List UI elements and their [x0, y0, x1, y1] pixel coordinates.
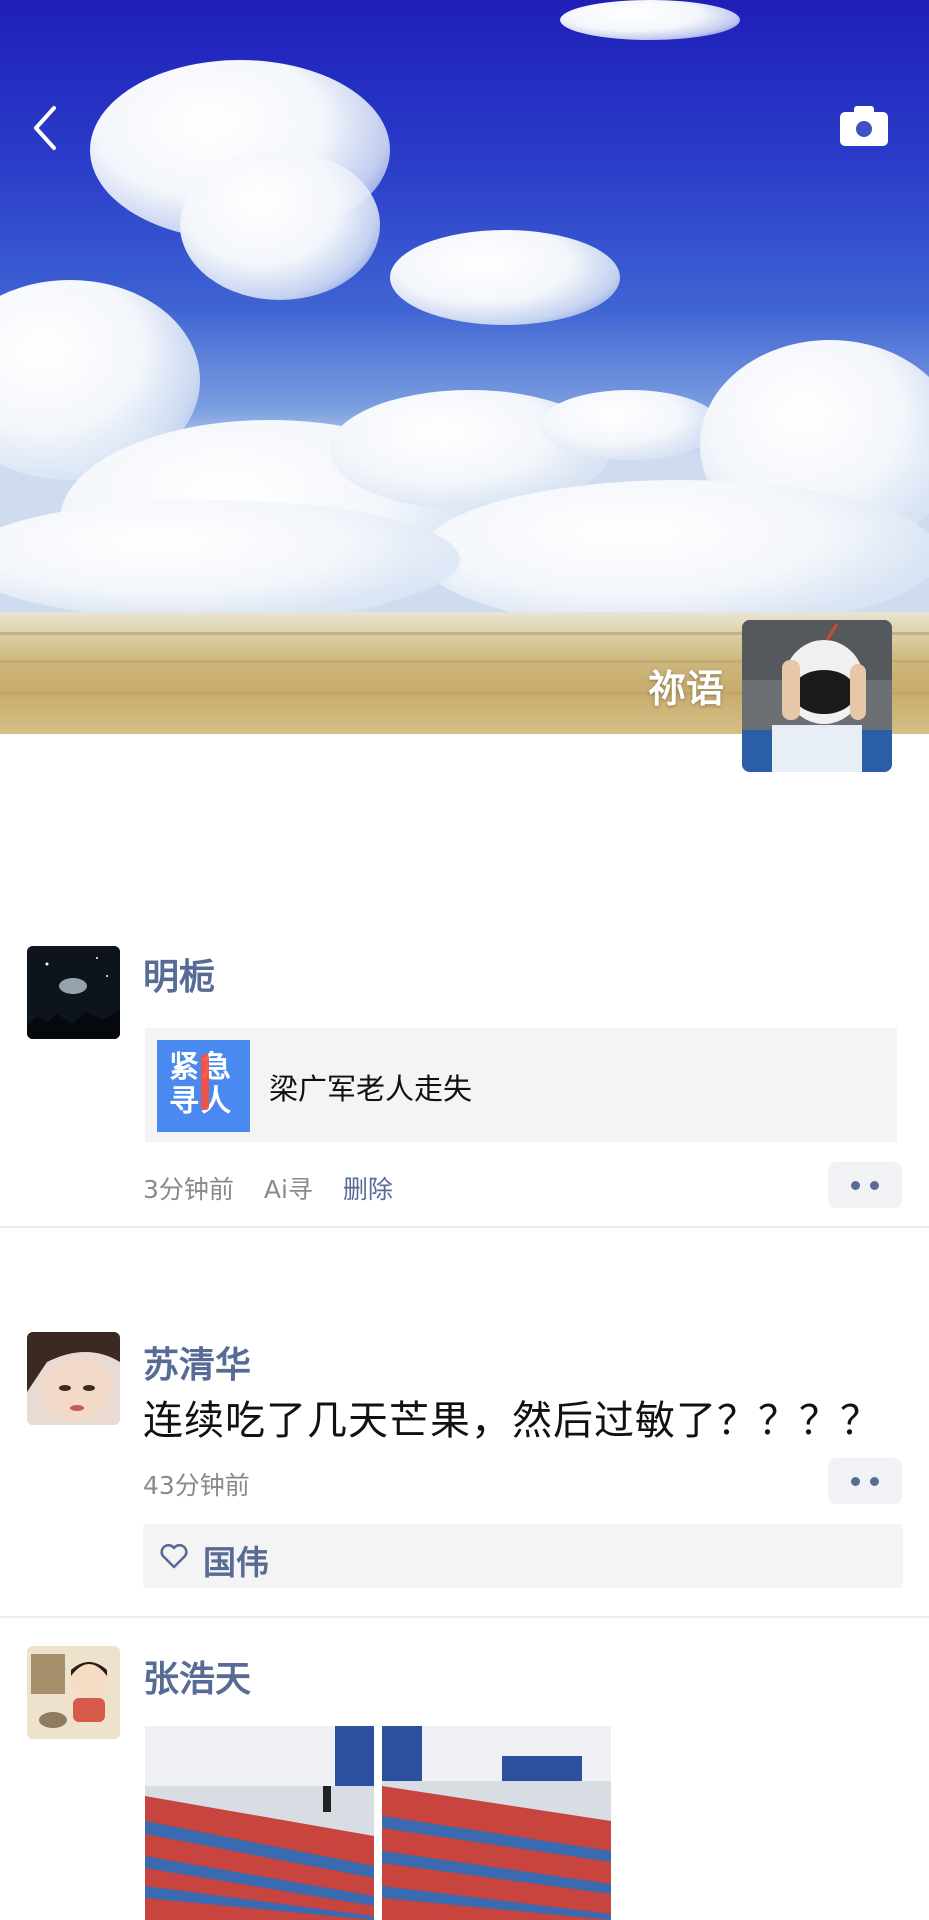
post-author[interactable]: 明栀: [143, 948, 215, 1000]
post-meta: 3分钟前 Ai寻 删除: [143, 1170, 393, 1206]
avatar[interactable]: [27, 946, 120, 1039]
post-divider: [0, 1226, 929, 1228]
heart-icon: [160, 1543, 188, 1569]
profile-avatar[interactable]: [742, 620, 892, 772]
post-time: 3分钟前: [143, 1175, 234, 1204]
avatar[interactable]: [27, 1332, 120, 1425]
dot-icon: [870, 1181, 879, 1190]
link-thumbnail: 紧急 寻人: [157, 1040, 250, 1132]
avatar-image: [27, 946, 120, 1039]
profile-name: 祢语: [647, 667, 724, 711]
avatar-image: [742, 620, 892, 772]
camera-button[interactable]: [838, 104, 890, 148]
more-actions-button[interactable]: [828, 1162, 902, 1208]
avatar-image: [27, 1646, 120, 1739]
post-photo[interactable]: [382, 1726, 611, 1920]
dot-icon: [851, 1181, 860, 1190]
exclamation-mark-icon: [201, 1054, 209, 1110]
post-author[interactable]: 苏清华: [143, 1336, 251, 1388]
photo-image: [145, 1726, 374, 1920]
post-photo[interactable]: [145, 1726, 374, 1920]
post-time: 43分钟前: [143, 1471, 250, 1500]
camera-icon: [840, 106, 888, 146]
cloud-decoration: [540, 390, 720, 460]
post-author[interactable]: 张浩天: [143, 1650, 251, 1702]
more-actions-button[interactable]: [828, 1458, 902, 1504]
post-source-link[interactable]: Ai寻: [264, 1175, 313, 1204]
dot-icon: [870, 1477, 879, 1486]
cloud-decoration: [560, 0, 740, 40]
post-divider: [0, 1616, 929, 1618]
cloud-decoration: [420, 480, 929, 630]
likes-bar: 国伟: [143, 1524, 903, 1588]
delete-button[interactable]: 删除: [343, 1175, 393, 1204]
avatar[interactable]: [27, 1646, 120, 1739]
link-title: 梁广军老人走失: [269, 1072, 473, 1106]
back-button[interactable]: [28, 102, 68, 154]
dot-icon: [851, 1477, 860, 1486]
post-text: 连续吃了几天芒果，然后过敏了？？？？: [143, 1398, 881, 1444]
photo-image: [382, 1726, 611, 1920]
chevron-left-icon: [34, 106, 56, 150]
cloud-decoration: [390, 230, 620, 325]
avatar-image: [27, 1332, 120, 1425]
liker-name[interactable]: 国伟: [203, 1536, 269, 1584]
shared-link-card[interactable]: 紧急 寻人 梁广军老人走失: [145, 1028, 897, 1142]
cloud-decoration: [180, 150, 380, 300]
cloud-decoration: [0, 500, 460, 620]
